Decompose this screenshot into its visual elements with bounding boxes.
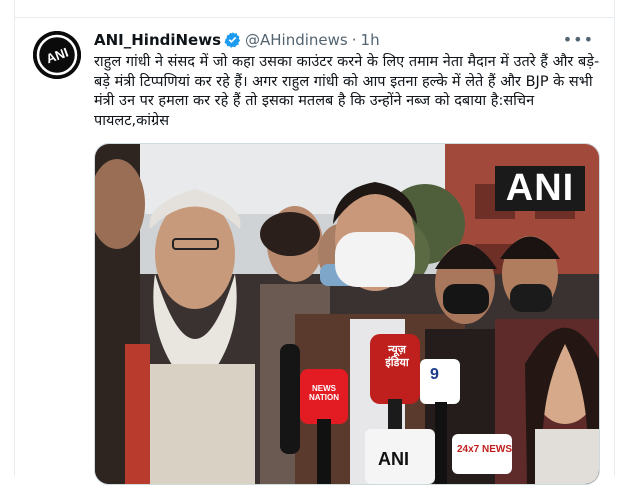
mic-label-ani: ANI xyxy=(378,449,409,469)
mic-label-news-nation: NEWS NATION xyxy=(308,384,340,402)
separator-dot: · xyxy=(351,31,357,49)
tweet-time[interactable]: 1h xyxy=(361,31,380,49)
author-name[interactable]: ANI_HindiNews xyxy=(94,31,221,49)
mic-label-news-india: न्यूज़ इंडिया xyxy=(385,344,409,369)
timeline-left-border xyxy=(14,0,15,476)
more-icon[interactable]: ••• xyxy=(563,30,594,50)
ani-watermark: ANI xyxy=(495,166,585,211)
author-handle[interactable]: @AHindinews xyxy=(245,31,348,49)
tweet-divider xyxy=(15,17,614,18)
ani-logo-icon: ANI xyxy=(33,31,81,79)
avatar[interactable]: ANI xyxy=(33,31,81,79)
tweet-photo[interactable]: ANI न्यूज़ इंडिया 9 24x7 NEWS NEWS NATIO… xyxy=(94,143,600,485)
tweet-text: राहुल गांधी ने संसद में जो कहा उसका काउं… xyxy=(94,54,600,129)
mic-label-24x7: 24x7 NEWS xyxy=(457,444,513,455)
tweet-header: ANI_HindiNews @AHindinews · 1h ••• xyxy=(94,30,604,50)
timeline-right-border xyxy=(614,0,615,476)
verified-badge-icon xyxy=(224,32,241,48)
mic-label-9: 9 xyxy=(430,366,439,383)
